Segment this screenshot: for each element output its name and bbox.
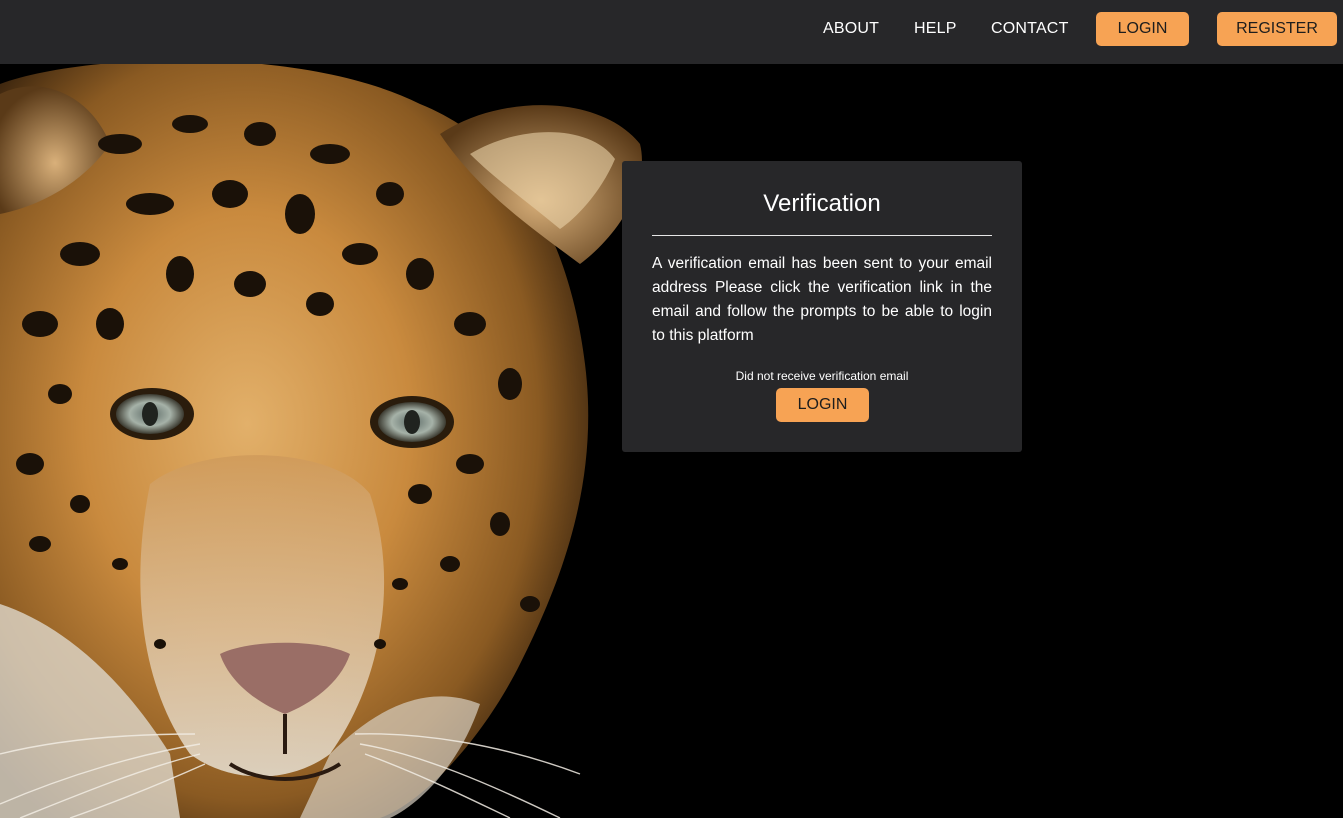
title-divider: [652, 235, 992, 236]
nav-help-link[interactable]: HELP: [914, 18, 957, 40]
resend-note: Did not receive verification email: [735, 369, 909, 383]
nav-contact-link[interactable]: CONTACT: [991, 18, 1069, 40]
verification-message: A verification email has been sent to yo…: [652, 255, 992, 344]
top-navbar: ABOUT HELP CONTACT LOGIN REGISTER: [0, 0, 1343, 64]
card-login-button[interactable]: LOGIN: [776, 388, 869, 422]
nav-about-link[interactable]: ABOUT: [823, 18, 879, 40]
verification-title: Verification: [763, 190, 881, 217]
nav-login-button[interactable]: LOGIN: [1096, 12, 1189, 46]
verification-card: Verification A verification email has be…: [622, 161, 1022, 452]
nav-register-button[interactable]: REGISTER: [1217, 12, 1337, 46]
